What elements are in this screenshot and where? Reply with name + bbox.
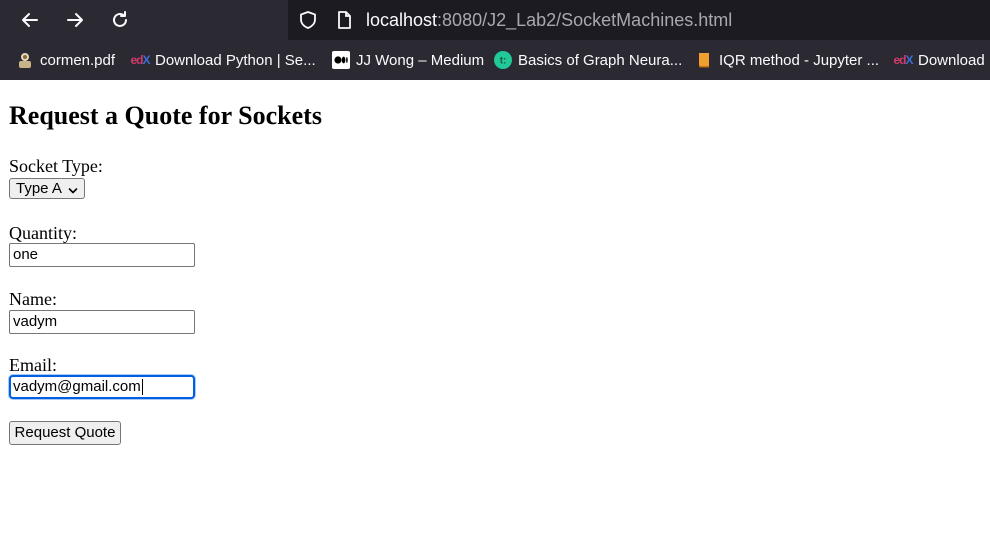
socket-type-select[interactable]: Type A [9, 178, 85, 199]
page-title: Request a Quote for Sockets [9, 101, 322, 130]
book-icon [695, 51, 713, 69]
bookmark-label: cormen.pdf [40, 51, 116, 69]
quantity-field[interactable]: one [9, 243, 195, 267]
name-label: Name: [9, 289, 57, 309]
edx-icon: ed X [893, 53, 913, 67]
teal-t-icon: t: [494, 51, 512, 69]
name-field[interactable]: vadym [9, 310, 195, 334]
bookmark-iqr[interactable]: IQR method - Jupyter ... [695, 49, 879, 71]
chevron-down-icon [68, 183, 78, 200]
bookmark-label: Download [918, 51, 985, 69]
url-path: :8080/J2_Lab2/SocketMachines.html [437, 10, 733, 30]
socket-type-value: Type A [16, 180, 62, 197]
arrow-left-icon [22, 13, 38, 27]
text-caret [141, 379, 143, 396]
reload-icon [113, 11, 127, 27]
forward-button[interactable] [61, 6, 89, 34]
arrow-right-icon [67, 13, 83, 27]
bookmark-download-python[interactable]: ed X Download Python | Se... [130, 49, 316, 71]
bookmark-label: Basics of Graph Neura... [518, 51, 683, 69]
bookmark-label: Download Python | Se... [155, 51, 316, 69]
bookmark-graph-neural[interactable]: t: Basics of Graph Neura... [494, 49, 682, 71]
browser-toolbar: localhost:8080/J2_Lab2/SocketMachines.ht… [0, 0, 990, 40]
quantity-label: Quantity: [9, 223, 77, 243]
socket-type-label: Socket Type: [9, 156, 103, 176]
email-value: vadym@gmail.com [13, 378, 141, 395]
email-label: Email: [9, 355, 57, 375]
bookmark-medium[interactable]: JJ Wong – Medium [332, 49, 484, 71]
bookmarks-bar: cormen.pdf ed X Download Python | Se... J… [0, 40, 990, 81]
email-field[interactable]: vadym@gmail.com [9, 375, 195, 399]
bookmark-label: IQR method - Jupyter ... [719, 51, 880, 69]
reload-button[interactable] [106, 6, 134, 34]
svg-text:t:: t: [500, 56, 507, 67]
medium-icon [332, 51, 350, 69]
pdf-avatar-icon [16, 51, 34, 69]
edx-icon: ed X [130, 53, 150, 67]
quantity-value: one [13, 246, 39, 263]
request-quote-button[interactable]: Request Quote [9, 421, 121, 445]
url-text[interactable]: localhost:8080/J2_Lab2/SocketMachines.ht… [366, 8, 732, 32]
bookmark-download[interactable]: ed X Download [893, 49, 985, 71]
name-value: vadym [13, 313, 58, 330]
page-content: Request a Quote for Sockets Socket Type:… [0, 80, 990, 552]
back-button[interactable] [16, 6, 44, 34]
bookmark-label: JJ Wong – Medium [356, 51, 485, 69]
page-icon[interactable] [334, 10, 354, 30]
bookmark-cormen[interactable]: cormen.pdf [16, 49, 115, 71]
url-host: localhost [366, 10, 438, 30]
shield-icon[interactable] [298, 10, 318, 30]
